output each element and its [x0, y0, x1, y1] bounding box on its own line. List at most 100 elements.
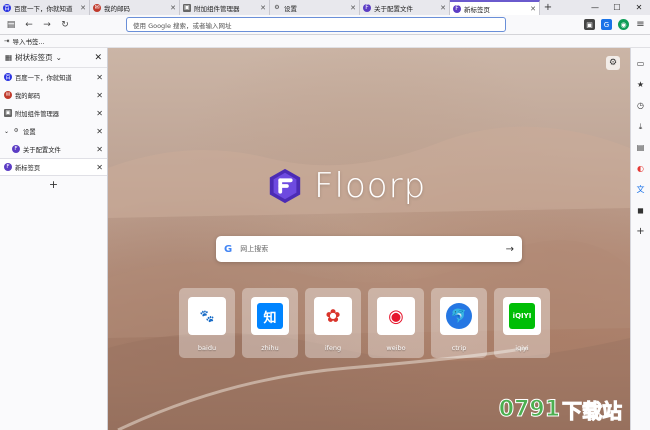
add-panel-icon[interactable]: + — [635, 226, 646, 237]
account-icon[interactable]: ◉ — [618, 19, 629, 30]
shortcut-tile[interactable]: ✿ ifeng — [305, 288, 361, 358]
right-sidebar: ▭ ★ ◷ ⤓ ▤ ◐ 文 ◼ + — [630, 48, 650, 430]
close-icon[interactable]: ✕ — [96, 73, 103, 82]
tab-profiles[interactable]: F 关于配置文件 ✕ — [360, 0, 450, 15]
tab-baidu[interactable]: 百 百度一下，你就知道 ✕ — [0, 0, 90, 15]
tab-label: 附加组件管理器 — [194, 4, 240, 13]
shortcut-tile-icon-frame: ◉ — [377, 297, 415, 335]
baidu-icon: 百 — [4, 73, 12, 81]
app-icon-dark[interactable]: ◼ — [635, 205, 646, 216]
menu-icon[interactable]: ≡ — [635, 19, 646, 30]
close-icon[interactable]: ✕ — [170, 4, 176, 12]
sidebar-item-label: 百度一下，你就知道 — [15, 74, 72, 82]
shortcut-tile-icon-frame: iQIYI — [503, 297, 541, 335]
chevron-down-icon[interactable]: ⌄ — [56, 53, 62, 62]
weibo-icon: ◉ — [388, 305, 404, 327]
panel-icon[interactable]: ▭ — [635, 58, 646, 69]
toolbar-right: ▣ G ◉ ≡ — [584, 19, 646, 30]
sidebar-item-mail[interactable]: ✉ 我的邮码 ✕ — [0, 86, 107, 104]
shortcut-tile[interactable]: 知 zhihu — [242, 288, 298, 358]
shortcut-tile[interactable]: 🐾 baidu — [179, 288, 235, 358]
close-icon[interactable]: ✕ — [350, 4, 356, 12]
shortcut-tile-icon-frame: 🐾 — [188, 297, 226, 335]
brand-name: Floorp — [314, 166, 427, 206]
sidebar-item-label: 关于配置文件 — [23, 146, 61, 154]
shortcut-tile[interactable]: iQIYI iqiyi — [494, 288, 550, 358]
sidebar-toggle-icon[interactable]: ▤ — [4, 18, 18, 32]
history-icon[interactable]: ◷ — [635, 100, 646, 111]
close-icon[interactable]: ✕ — [440, 4, 446, 12]
watermark: 0791 下载站 — [498, 395, 622, 424]
watermark-digits: 0791 — [498, 397, 560, 423]
close-icon[interactable]: ✕ — [96, 109, 103, 118]
tab-newtab[interactable]: F 新标签页 ✕ — [450, 0, 540, 15]
puzzle-icon: ▣ — [183, 3, 191, 12]
sidebar-add-tab-button[interactable]: + — [0, 176, 107, 192]
bookmarks-bar: ⇥ 导入书签... — [0, 35, 650, 48]
new-tab-page: ⚙ Floorp G 网上搜索 → 🐾 baidu 知 zhihu ✿ ifen… — [108, 48, 630, 430]
forward-icon[interactable]: → — [40, 18, 54, 32]
close-icon[interactable]: ✕ — [96, 127, 103, 136]
sidebar-item-addons[interactable]: ▣ 附加组件管理器 ✕ — [0, 104, 107, 122]
minimize-icon[interactable]: — — [584, 0, 606, 15]
tree-tabs-sidebar: ▦ 树状标签页 ⌄ ✕ 百 百度一下，你就知道 ✕ ✉ 我的邮码 ✕ ▣ 附加组… — [0, 48, 108, 430]
zhihu-icon: 知 — [257, 303, 283, 329]
ctrip-icon: 🐬 — [446, 303, 472, 329]
sidebar-item-label: 附加组件管理器 — [15, 110, 60, 118]
search-box[interactable]: G 网上搜索 → — [216, 236, 522, 262]
reload-icon[interactable]: ↻ — [58, 18, 72, 32]
tab-label: 我的邮码 — [104, 4, 130, 13]
sidebar-item-newtab[interactable]: F 新标签页 ✕ — [0, 158, 107, 176]
floorp-logo-icon — [269, 168, 301, 204]
window-controls: — ☐ ✕ — [584, 0, 650, 15]
close-icon[interactable]: ✕ — [96, 145, 103, 154]
close-icon[interactable]: ✕ — [530, 5, 536, 13]
shortcut-grid: 🐾 baidu 知 zhihu ✿ ifeng ◉ weibo 🐬 ctrip … — [179, 288, 550, 358]
app-icon-red[interactable]: ◐ — [635, 163, 646, 174]
bookmark-star-icon[interactable]: ★ — [635, 79, 646, 90]
chevron-down-icon[interactable]: ⌄ — [4, 128, 9, 135]
brand: Floorp — [266, 166, 426, 206]
floorp-icon: F — [12, 145, 20, 153]
tab-label: 设置 — [284, 4, 297, 13]
ifeng-icon: ✿ — [325, 305, 341, 327]
back-icon[interactable]: ← — [22, 18, 36, 32]
baidu-icon: 百 — [3, 3, 11, 12]
shortcut-label: ifeng — [324, 344, 342, 352]
close-icon[interactable]: ✕ — [80, 4, 86, 12]
close-icon[interactable]: ✕ — [96, 91, 103, 100]
close-icon[interactable]: ✕ — [94, 53, 102, 63]
tab-mail[interactable]: ✉ 我的邮码 ✕ — [90, 0, 180, 15]
shortcut-tile-icon-frame: 🐬 — [440, 297, 478, 335]
shortcut-tile[interactable]: ◉ weibo — [368, 288, 424, 358]
sidebar-item-settings[interactable]: ⌄ ⚙ 设置 ✕ — [0, 122, 107, 140]
newtab-settings-icon[interactable]: ⚙ — [606, 56, 620, 70]
download-icon[interactable]: ⤓ — [635, 121, 646, 132]
url-input[interactable]: 使用 Google 搜索，或者输入网址 — [126, 17, 506, 32]
baidu-icon: 🐾 — [199, 309, 215, 323]
notes-icon[interactable]: ▤ — [635, 142, 646, 153]
mail-icon: ✉ — [4, 91, 12, 99]
sidebar-item-baidu[interactable]: 百 百度一下，你就知道 ✕ — [0, 68, 107, 86]
close-icon[interactable]: ✕ — [260, 4, 266, 12]
close-icon[interactable]: ✕ — [96, 163, 103, 172]
sidebar-item-profiles[interactable]: F 关于配置文件 ✕ — [0, 140, 107, 158]
tab-settings[interactable]: ⚙ 设置 ✕ — [270, 0, 360, 15]
shortcut-label: weibo — [386, 344, 406, 352]
new-tab-button[interactable]: + — [540, 0, 556, 15]
maximize-icon[interactable]: ☐ — [606, 0, 628, 15]
sidebar-title[interactable]: 树状标签页 — [15, 52, 53, 63]
nav-bar: ▤ ← → ↻ 使用 Google 搜索，或者输入网址 ▣ G ◉ ≡ — [0, 15, 650, 35]
sidebar-item-label: 设置 — [23, 128, 36, 136]
tab-addons[interactable]: ▣ 附加组件管理器 ✕ — [180, 0, 270, 15]
shortcut-tile[interactable]: 🐬 ctrip — [431, 288, 487, 358]
import-bookmarks-link[interactable]: 导入书签... — [12, 36, 44, 46]
close-window-icon[interactable]: ✕ — [628, 0, 650, 15]
shortcut-label: baidu — [197, 344, 217, 352]
translate-icon[interactable]: 文 — [635, 184, 646, 195]
translate-icon[interactable]: G — [601, 19, 612, 30]
shortcut-label: ctrip — [451, 344, 467, 352]
arrow-right-icon[interactable]: → — [506, 244, 514, 255]
sidebar-header: ▦ 树状标签页 ⌄ ✕ — [0, 48, 107, 68]
screenshot-icon[interactable]: ▣ — [584, 19, 595, 30]
